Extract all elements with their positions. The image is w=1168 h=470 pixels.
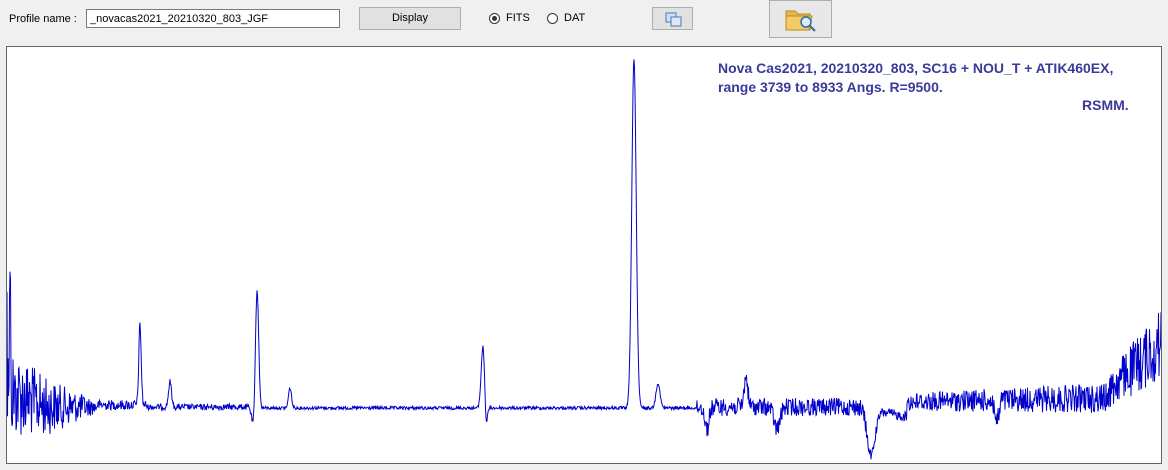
profile-name-input[interactable] bbox=[86, 9, 340, 28]
fits-radio-dot[interactable] bbox=[489, 12, 500, 24]
spectrum-trace bbox=[7, 59, 1161, 460]
dat-radio-dot[interactable] bbox=[547, 12, 558, 24]
spectrum-plot: Nova Cas2021, 20210320_803, SC16 + NOU_T… bbox=[6, 46, 1162, 464]
copy-icon bbox=[665, 12, 682, 27]
spectrum-line bbox=[7, 59, 1161, 460]
fits-radio-label: FITS bbox=[506, 12, 530, 24]
dat-radio-label: DAT bbox=[564, 12, 586, 24]
folder-search-icon bbox=[785, 10, 816, 32]
dat-radio[interactable]: DAT bbox=[547, 12, 585, 24]
copy-button[interactable] bbox=[652, 7, 693, 30]
plot-annotation-line3: RSMM. bbox=[1082, 97, 1129, 113]
plot-annotation-line2: range 3739 to 8933 Angs. R=9500. bbox=[718, 79, 943, 95]
fits-radio[interactable]: FITS bbox=[489, 12, 530, 24]
profile-name-label: Profile name : bbox=[9, 13, 77, 25]
display-button[interactable]: Display bbox=[359, 7, 461, 30]
plot-annotation-line1: Nova Cas2021, 20210320_803, SC16 + NOU_T… bbox=[718, 60, 1114, 76]
open-folder-button[interactable] bbox=[769, 0, 832, 38]
